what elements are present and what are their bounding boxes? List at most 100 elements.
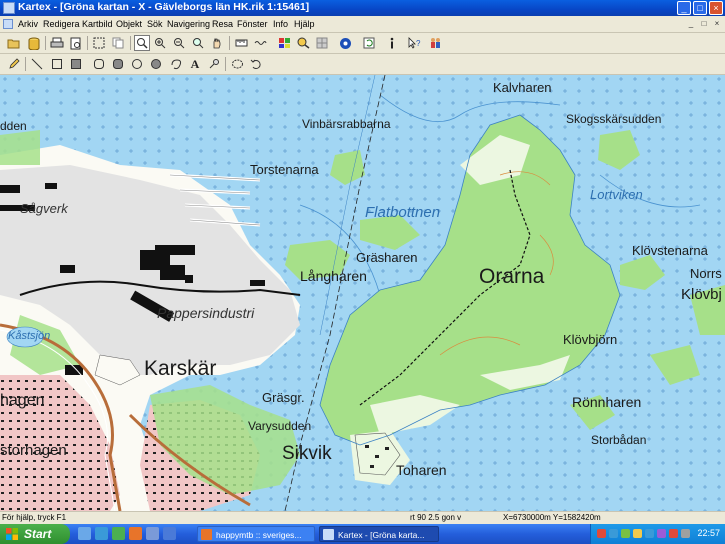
start-button[interactable]: Start [0, 524, 70, 544]
media-player-icon[interactable] [112, 527, 125, 540]
zoom-fit-icon[interactable] [190, 35, 206, 51]
text-tool-icon[interactable]: A [187, 56, 203, 72]
menu-bar: Arkiv Redigera Kartbild Objekt Sök Navig… [0, 16, 725, 33]
tray-icon[interactable] [597, 529, 606, 538]
menu-resa[interactable]: Resa [212, 19, 233, 29]
tray-icon[interactable] [669, 529, 678, 538]
drawing-toolbar: A [0, 54, 725, 75]
select-rectangle-icon[interactable] [91, 35, 107, 51]
document-icon[interactable] [3, 19, 13, 29]
window-title: Kartex - [Gröna kartan - X - Gävleborgs … [18, 1, 310, 13]
map-layers-icon[interactable] [276, 35, 292, 51]
child-restore-button[interactable]: □ [699, 19, 709, 29]
menu-info[interactable]: Info [273, 19, 288, 29]
menu-objekt[interactable]: Objekt [116, 19, 142, 29]
status-coordinates: X=6730000m Y=1582420m [503, 513, 601, 522]
quicklaunch-icon[interactable] [146, 527, 159, 540]
info-icon[interactable] [384, 35, 400, 51]
zoom-pointer-icon[interactable] [134, 35, 150, 51]
wave-icon[interactable] [252, 35, 268, 51]
undo-loop-icon[interactable] [248, 56, 264, 72]
place-label-kalvharen: Kalvharen [493, 80, 552, 95]
lasso-icon[interactable] [168, 56, 184, 72]
minimize-button[interactable]: _ [677, 1, 691, 15]
place-label-grasgr: Gräsgr. [262, 390, 305, 405]
tray-icon[interactable] [621, 529, 630, 538]
place-label-varysudden: Varysudden [248, 419, 312, 433]
ruler-icon[interactable] [233, 35, 249, 51]
place-label-karskar: Karskär [144, 357, 217, 380]
menu-sok[interactable]: Sök [147, 19, 163, 29]
child-minimize-button[interactable]: _ [686, 19, 696, 29]
open-folder-icon[interactable] [6, 35, 22, 51]
pencil-icon[interactable] [6, 56, 22, 72]
compass-dot-icon[interactable] [337, 35, 353, 51]
taskbar-item-kartex[interactable]: Kartex - [Gröna karta... [319, 526, 439, 542]
quicklaunch-icon[interactable] [163, 527, 176, 540]
map-canvas[interactable]: Kalvharen dden Vinbärsrabbarna Skogsskär… [0, 75, 725, 511]
place-label-vinbarsrabbarna: Vinbärsrabbarna [302, 117, 391, 131]
system-tray: 22:57 [590, 524, 725, 544]
place-label-udden: dden [0, 119, 27, 133]
copy-icon[interactable] [110, 35, 126, 51]
internet-explorer-icon[interactable] [95, 527, 108, 540]
volume-icon[interactable] [681, 529, 690, 538]
help-pointer-icon[interactable]: ? [406, 35, 422, 51]
layer-grid-icon[interactable] [314, 35, 330, 51]
menu-arkiv[interactable]: Arkiv [18, 19, 38, 29]
show-desktop-icon[interactable] [78, 527, 91, 540]
print-icon[interactable] [49, 35, 65, 51]
database-icon[interactable] [26, 35, 42, 51]
pan-hand-icon[interactable] [209, 35, 225, 51]
place-label-grasharen: Gräsharen [356, 250, 418, 265]
rectangle-icon[interactable] [49, 56, 65, 72]
find-object-icon[interactable] [295, 35, 311, 51]
windows-flag-icon [6, 528, 18, 540]
tray-icon[interactable] [633, 529, 642, 538]
print-preview-icon[interactable] [68, 35, 84, 51]
place-label-ronnharen: Rönnharen [572, 394, 642, 410]
people-icon[interactable] [427, 35, 443, 51]
zoom-in-icon[interactable] [152, 35, 168, 51]
place-label-langharen: Långharen [300, 268, 367, 284]
tray-icon[interactable] [609, 529, 618, 538]
water-label-lortviken: Lortviken [590, 187, 643, 202]
app-icon[interactable] [3, 2, 15, 14]
water-label-flatbottnen: Flatbottnen [365, 204, 441, 221]
place-label-hagen: hagen [0, 392, 45, 409]
pin-icon[interactable] [206, 56, 222, 72]
line-icon[interactable] [29, 56, 45, 72]
taskbar-item-happymtb[interactable]: happymtb :: sveriges... [197, 526, 315, 542]
clock: 22:57 [697, 528, 720, 538]
main-toolbar: ? [0, 33, 725, 54]
place-label-skogsskarsudden: Skogsskärsudden [566, 112, 662, 126]
zoom-out-icon[interactable] [171, 35, 187, 51]
menu-fonster[interactable]: Fönster [237, 19, 268, 29]
place-label-pappersindustri: Pappersindustri [157, 305, 255, 321]
menu-kartbild[interactable]: Kartbild [82, 19, 113, 29]
menu-hjalp[interactable]: Hjälp [294, 19, 315, 29]
kartex-icon [323, 529, 334, 540]
title-bar[interactable]: Kartex - [Gröna kartan - X - Gävleborgs … [0, 0, 725, 16]
tray-icon[interactable] [645, 529, 654, 538]
taskbar: Start happymtb :: sveriges... Kartex - [… [0, 524, 725, 544]
place-label-klovstenarna: Klövstenarna [632, 243, 708, 258]
rounded-rectangle-icon[interactable] [91, 56, 107, 72]
place-label-klovbjorn: Klövbjörn [563, 332, 618, 347]
firefox-icon[interactable] [129, 527, 142, 540]
tray-icon[interactable] [657, 529, 666, 538]
filled-circle-icon[interactable] [148, 56, 164, 72]
close-button[interactable]: × [709, 1, 723, 15]
circle-icon[interactable] [129, 56, 145, 72]
maximize-button[interactable]: □ [693, 1, 707, 15]
place-label-storhagen: storhagen [0, 442, 67, 459]
select-ellipse-icon[interactable] [229, 56, 245, 72]
place-label-torstenarna: Torstenarna [250, 162, 319, 177]
filled-rectangle-icon[interactable] [68, 56, 84, 72]
refresh-icon[interactable] [361, 35, 377, 51]
menu-redigera[interactable]: Redigera [43, 19, 80, 29]
child-close-button[interactable]: × [712, 19, 722, 29]
taskbar-item-label: happymtb :: sveriges... [216, 530, 302, 540]
menu-navigering[interactable]: Navigering [167, 19, 210, 29]
filled-rounded-rectangle-icon[interactable] [110, 56, 126, 72]
